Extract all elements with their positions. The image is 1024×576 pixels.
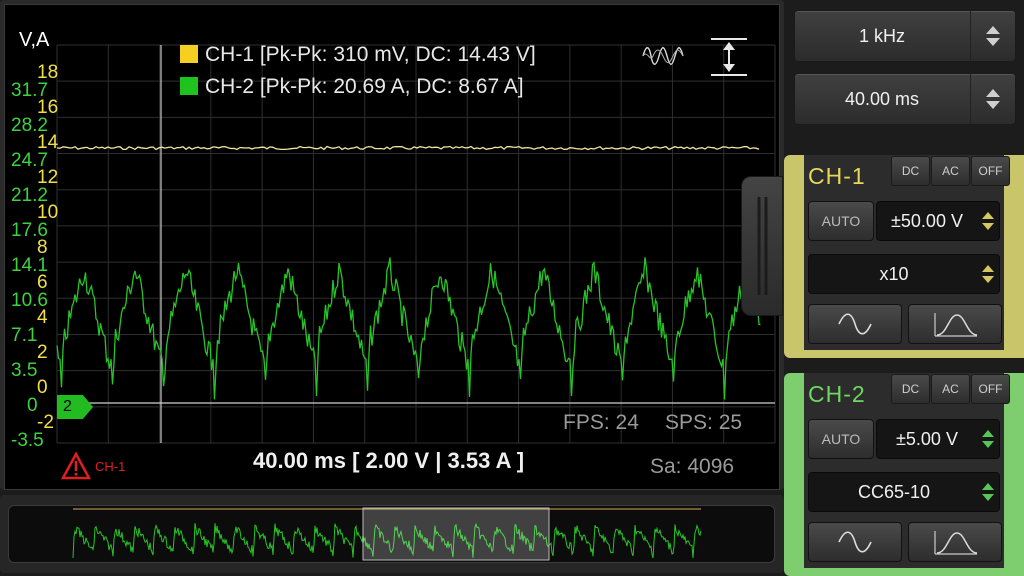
ch2-coupling-dc[interactable]: DC (891, 374, 930, 404)
ch1-sine-wave-button[interactable] (808, 304, 902, 344)
ch2-probe-select[interactable]: CC65-10 (808, 472, 1000, 512)
sine-wave-icon (838, 313, 872, 335)
ch1-probe-select[interactable]: x10 (808, 254, 1000, 294)
ch1-coupling-group: DC AC OFF (890, 156, 1010, 186)
up-down-arrows-icon (982, 483, 994, 501)
ch2-filter-button[interactable] (908, 522, 1002, 562)
y-tick-ch2: 0 (27, 395, 38, 416)
ch1-auto-button[interactable]: AUTO (808, 201, 874, 241)
ch1-range-value: ±50.00 V (891, 211, 963, 231)
units-label: V,A (19, 29, 50, 51)
frequency-select[interactable]: 1 kHz (794, 10, 1016, 62)
waveform-icon[interactable] (641, 41, 685, 76)
ch2-auto-button[interactable]: AUTO (808, 419, 874, 459)
y-tick-ch2: 7.1 (11, 325, 38, 346)
fps-readout: FPS: 24 (563, 411, 639, 434)
up-down-arrows-icon (982, 265, 994, 283)
overview-plot (72, 507, 702, 561)
up-down-arrows-icon (970, 11, 1015, 61)
waveform-overview-bar[interactable] (0, 495, 784, 573)
ch1-coupling-off[interactable]: OFF (971, 156, 1010, 186)
timebase-value: 40.00 ms (844, 89, 920, 109)
y-tick-ch1: 2 (37, 342, 48, 363)
y-tick-ch2: 10.6 (11, 290, 48, 311)
ch2-coupling-ac[interactable]: AC (931, 374, 970, 404)
legend-ch2: CH-2 [Pk-Pk: 20.69 A, DC: 8.67 A] (180, 75, 524, 99)
up-down-arrows-icon (982, 430, 994, 448)
ch2-range-value: ±5.00 V (896, 429, 958, 449)
sine-wave-icon (838, 531, 872, 553)
ch2-coupling-off[interactable]: OFF (971, 374, 1010, 404)
up-down-arrows-icon (982, 212, 994, 230)
y-tick-ch2: 21.2 (11, 185, 48, 206)
y-tick-ch2: 31.7 (11, 80, 48, 101)
y-tick-ch2: -3.5 (11, 430, 44, 451)
ch1-filter-button[interactable] (908, 304, 1002, 344)
legend-ch1: CH-1 [Pk-Pk: 310 mV, DC: 14.43 V] (180, 43, 536, 67)
y-tick-ch2: 24.7 (11, 150, 48, 171)
ch1-probe-value: x10 (879, 264, 909, 284)
ch2-probe-value: CC65-10 (857, 482, 931, 502)
filter-curve-icon (934, 531, 978, 555)
y-tick-ch2: 3.5 (11, 360, 38, 381)
warning-triangle-icon (61, 452, 91, 480)
ch1-coupling-dc[interactable]: DC (891, 156, 930, 186)
vertical-expand-icon[interactable] (709, 37, 749, 82)
ch1-trace (56, 145, 760, 151)
sps-readout: SPS: 25 (665, 411, 743, 434)
panel-drawer-handle[interactable] (741, 176, 783, 316)
legend-swatch-ch2 (180, 77, 198, 95)
overview-track (8, 505, 775, 563)
ch2-panel-body: CH-2 DC AC OFF AUTO ±5.00 V CC65-10 (804, 373, 1010, 568)
sample-count: Sa: 4096 (650, 455, 735, 478)
legend-text-ch1: CH-1 [Pk-Pk: 310 mV, DC: 14.43 V] (205, 43, 536, 66)
ch2-sine-wave-button[interactable] (808, 522, 902, 562)
ch1-settings-panel: CH-1 DC AC OFF AUTO ±50.00 V x10 (784, 155, 1024, 358)
ch2-coupling-group: DC AC OFF (890, 374, 1010, 404)
y-tick-ch2: 17.6 (11, 220, 48, 241)
legend-text-ch2: CH-2 [Pk-Pk: 20.69 A, DC: 8.67 A] (205, 75, 524, 98)
ch1-range-select[interactable]: ±50.00 V (876, 201, 1000, 241)
filter-curve-icon (934, 313, 978, 337)
timebase-select[interactable]: 40.00 ms (794, 73, 1016, 125)
legend-swatch-ch1 (180, 45, 198, 63)
ch2-settings-panel: CH-2 DC AC OFF AUTO ±5.00 V CC65-10 (784, 373, 1024, 576)
up-down-arrows-icon (970, 74, 1015, 124)
timebase-scale-readout: 40.00 ms [ 2.00 V | 3.53 A ] (253, 448, 525, 473)
trigger-warning-text: CH-1 (95, 458, 126, 474)
ch1-coupling-ac[interactable]: AC (931, 156, 970, 186)
ch1-panel-body: CH-1 DC AC OFF AUTO ±50.00 V x10 (804, 155, 1010, 350)
ch1-title: CH-1 (808, 163, 866, 189)
ch2-trace (56, 257, 761, 400)
y-tick-ch2: 28.2 (11, 115, 48, 136)
trigger-warning: CH-1 (61, 452, 125, 480)
overview-view-window (362, 507, 550, 561)
frequency-value: 1 kHz (858, 26, 905, 46)
y-tick-ch2: 14.1 (11, 255, 48, 276)
y-tick-ch1: 0 (37, 377, 48, 398)
ch2-title: CH-2 (808, 381, 866, 407)
ch2-range-select[interactable]: ±5.00 V (876, 419, 1000, 459)
scope-frame: V,A 18 16 14 12 10 8 6 4 2 0 -2 31.7 28.… (0, 0, 784, 490)
scope-display[interactable]: V,A 18 16 14 12 10 8 6 4 2 0 -2 31.7 28.… (4, 4, 780, 490)
